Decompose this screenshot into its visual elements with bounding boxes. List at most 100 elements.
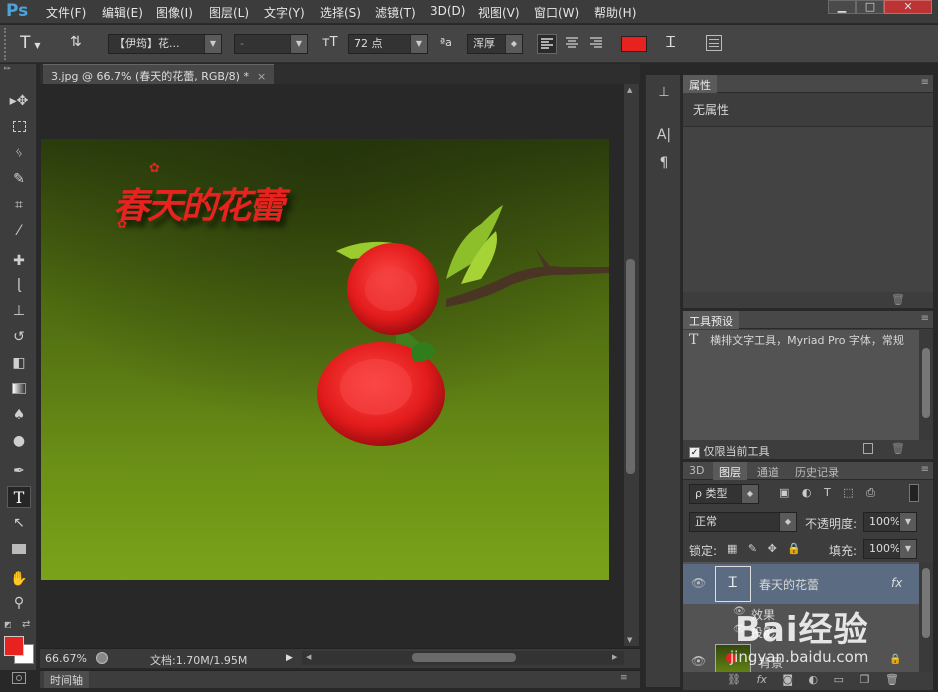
tab-history[interactable]: 历史记录 bbox=[789, 462, 845, 480]
document-tab[interactable]: 3.jpg @ 66.7% (春天的花蕾, RGB/8) * × bbox=[43, 64, 275, 84]
presets-scroll-thumb[interactable] bbox=[922, 348, 930, 418]
type-tool-preset-icon[interactable]: T ▼ bbox=[20, 33, 41, 53]
filter-adjustment-icon[interactable]: ◐ bbox=[802, 486, 812, 499]
quick-mask-icon[interactable] bbox=[12, 672, 26, 684]
new-group-icon[interactable]: ▭ bbox=[834, 673, 844, 686]
brush-tool-icon[interactable]: ɭ bbox=[7, 274, 31, 296]
trash-icon[interactable]: 🗑 bbox=[891, 293, 905, 306]
collapse-icon[interactable]: ▸▸ bbox=[4, 64, 34, 72]
scroll-up-icon[interactable]: ▲ bbox=[627, 86, 632, 94]
add-mask-icon[interactable]: ◙ bbox=[782, 673, 793, 686]
foreground-color-swatch[interactable] bbox=[4, 636, 24, 656]
properties-tab[interactable]: 属性 bbox=[683, 75, 717, 93]
tool-presets-strip-icon[interactable]: ⊥ bbox=[654, 85, 674, 105]
blend-mode-select[interactable]: 正常 ◆ bbox=[689, 512, 797, 532]
font-family-select[interactable]: 【伊筠】花... ▼ bbox=[108, 34, 222, 54]
layers-scroll-thumb[interactable] bbox=[922, 568, 930, 638]
eraser-tool-icon[interactable]: ◧ bbox=[7, 352, 31, 374]
zoom-level[interactable]: 66.67% bbox=[45, 652, 87, 665]
font-size-select[interactable]: 72 点 ▼ bbox=[348, 34, 428, 54]
hand-tool-icon[interactable]: ✋ bbox=[7, 568, 31, 590]
presets-scrollbar[interactable] bbox=[919, 330, 933, 440]
type-tool-icon[interactable]: T bbox=[7, 486, 31, 508]
opacity-field[interactable]: 100% ▼ bbox=[863, 512, 917, 532]
lasso-tool-icon[interactable]: ᛃ bbox=[7, 142, 31, 164]
character-panel-icon[interactable] bbox=[706, 35, 722, 51]
fill-field[interactable]: 100% ▼ bbox=[863, 539, 917, 559]
lock-image-icon[interactable]: ✎ bbox=[748, 542, 757, 555]
filter-pixel-icon[interactable]: ▣ bbox=[779, 486, 789, 499]
scroll-left-icon[interactable]: ◀ bbox=[306, 653, 311, 661]
move-tool-icon[interactable]: ▸✥ bbox=[7, 90, 31, 112]
align-center-button[interactable] bbox=[563, 34, 583, 54]
link-layers-icon[interactable]: ⛓ bbox=[727, 673, 741, 686]
trash-icon[interactable]: 🗑 bbox=[891, 442, 905, 455]
tab-3d[interactable]: 3D bbox=[683, 462, 710, 480]
layers-scrollbar[interactable] bbox=[919, 562, 933, 672]
menu-window[interactable]: 窗口(W) bbox=[534, 4, 579, 21]
menu-image[interactable]: 图像(I) bbox=[156, 4, 193, 21]
eyedropper-tool-icon[interactable]: ⁄ bbox=[7, 220, 31, 242]
clone-stamp-tool-icon[interactable]: ⊥ bbox=[7, 300, 31, 322]
new-preset-icon[interactable] bbox=[863, 443, 873, 454]
adjustment-layer-icon[interactable]: ◐ bbox=[809, 673, 819, 686]
menu-3d[interactable]: 3D(D) bbox=[430, 4, 465, 18]
tool-presets-tab[interactable]: 工具预设 bbox=[683, 311, 739, 329]
minimize-button[interactable]: ▁ bbox=[828, 0, 856, 14]
panel-menu-icon[interactable]: ≡ bbox=[620, 673, 628, 683]
canvas-horizontal-scrollbar[interactable]: ◀ ▶ bbox=[302, 651, 624, 665]
close-button[interactable]: ✕ bbox=[884, 0, 932, 14]
path-selection-tool-icon[interactable]: ↖ bbox=[7, 512, 31, 534]
toggle-text-orientation-icon[interactable]: ⇅ bbox=[70, 34, 82, 50]
only-current-tool-checkbox[interactable]: ✓ 仅限当前工具 bbox=[689, 443, 770, 459]
crop-tool-icon[interactable]: ⌗ bbox=[7, 194, 31, 216]
scroll-down-icon[interactable]: ▼ bbox=[627, 636, 632, 644]
tab-close-icon[interactable]: × bbox=[257, 70, 266, 83]
trash-icon[interactable]: 🗑 bbox=[885, 673, 899, 686]
rectangle-tool-icon[interactable] bbox=[7, 538, 31, 560]
blur-tool-icon[interactable]: ♠ bbox=[7, 404, 31, 426]
horizontal-scroll-thumb[interactable] bbox=[412, 653, 516, 662]
menu-select[interactable]: 选择(S) bbox=[320, 4, 361, 21]
pen-tool-icon[interactable]: ✒ bbox=[7, 460, 31, 482]
menu-edit[interactable]: 编辑(E) bbox=[102, 4, 143, 21]
paragraph-strip-icon[interactable]: ¶ bbox=[654, 155, 674, 175]
default-colors-icon[interactable]: ◩ bbox=[4, 620, 14, 630]
align-right-button[interactable] bbox=[587, 34, 607, 54]
lock-transparent-icon[interactable]: ▦ bbox=[727, 542, 737, 555]
fx-icon[interactable]: fx bbox=[891, 576, 902, 590]
status-menu-arrow-icon[interactable]: ▶ bbox=[286, 653, 293, 663]
dodge-tool-icon[interactable]: ● bbox=[7, 430, 31, 452]
tab-channels[interactable]: 通道 bbox=[751, 462, 785, 480]
layer-row-text[interactable]: 👁 Ꮖ 春天的花蕾 fx bbox=[683, 564, 919, 604]
maximize-button[interactable]: □ bbox=[856, 0, 884, 14]
font-style-select[interactable]: - ▼ bbox=[234, 34, 308, 54]
add-style-icon[interactable]: fx bbox=[756, 673, 766, 686]
warp-text-icon[interactable]: Ꮖ bbox=[666, 33, 676, 51]
document-image[interactable]: 春天的花蕾 ✿ ✿ ✿ bbox=[41, 139, 609, 580]
filter-shape-icon[interactable]: ⬚ bbox=[843, 486, 853, 499]
marquee-tool-icon[interactable] bbox=[7, 116, 31, 138]
history-brush-tool-icon[interactable]: ↺ bbox=[7, 326, 31, 348]
menu-filter[interactable]: 滤镜(T) bbox=[375, 4, 416, 21]
lock-position-icon[interactable]: ✥ bbox=[768, 542, 777, 555]
new-layer-icon[interactable]: ❐ bbox=[860, 673, 870, 686]
zoom-tool-icon[interactable]: ⚲ bbox=[7, 592, 31, 614]
menu-type[interactable]: 文字(Y) bbox=[264, 4, 305, 21]
align-left-button[interactable] bbox=[537, 34, 557, 54]
status-info-icon[interactable] bbox=[96, 652, 108, 664]
canvas-vertical-scrollbar[interactable]: ▲ ▼ bbox=[624, 84, 639, 646]
character-strip-icon[interactable]: A| bbox=[654, 127, 674, 147]
antialias-select[interactable]: 浑厚 ◆ bbox=[467, 34, 523, 54]
filter-toggle-switch[interactable] bbox=[909, 484, 919, 502]
gradient-tool-icon[interactable] bbox=[7, 378, 31, 400]
menu-layer[interactable]: 图层(L) bbox=[209, 4, 249, 21]
lock-all-icon[interactable]: 🔒 bbox=[787, 542, 801, 555]
quick-select-tool-icon[interactable]: ✎ bbox=[7, 168, 31, 190]
menu-view[interactable]: 视图(V) bbox=[478, 4, 520, 21]
layer-filter-select[interactable]: ρ 类型 ◆ bbox=[689, 484, 759, 504]
panel-menu-icon[interactable]: ≡ bbox=[921, 313, 929, 324]
grip-handle[interactable] bbox=[4, 28, 12, 60]
healing-brush-tool-icon[interactable]: ✚ bbox=[7, 250, 31, 272]
menu-file[interactable]: 文件(F) bbox=[46, 4, 86, 21]
